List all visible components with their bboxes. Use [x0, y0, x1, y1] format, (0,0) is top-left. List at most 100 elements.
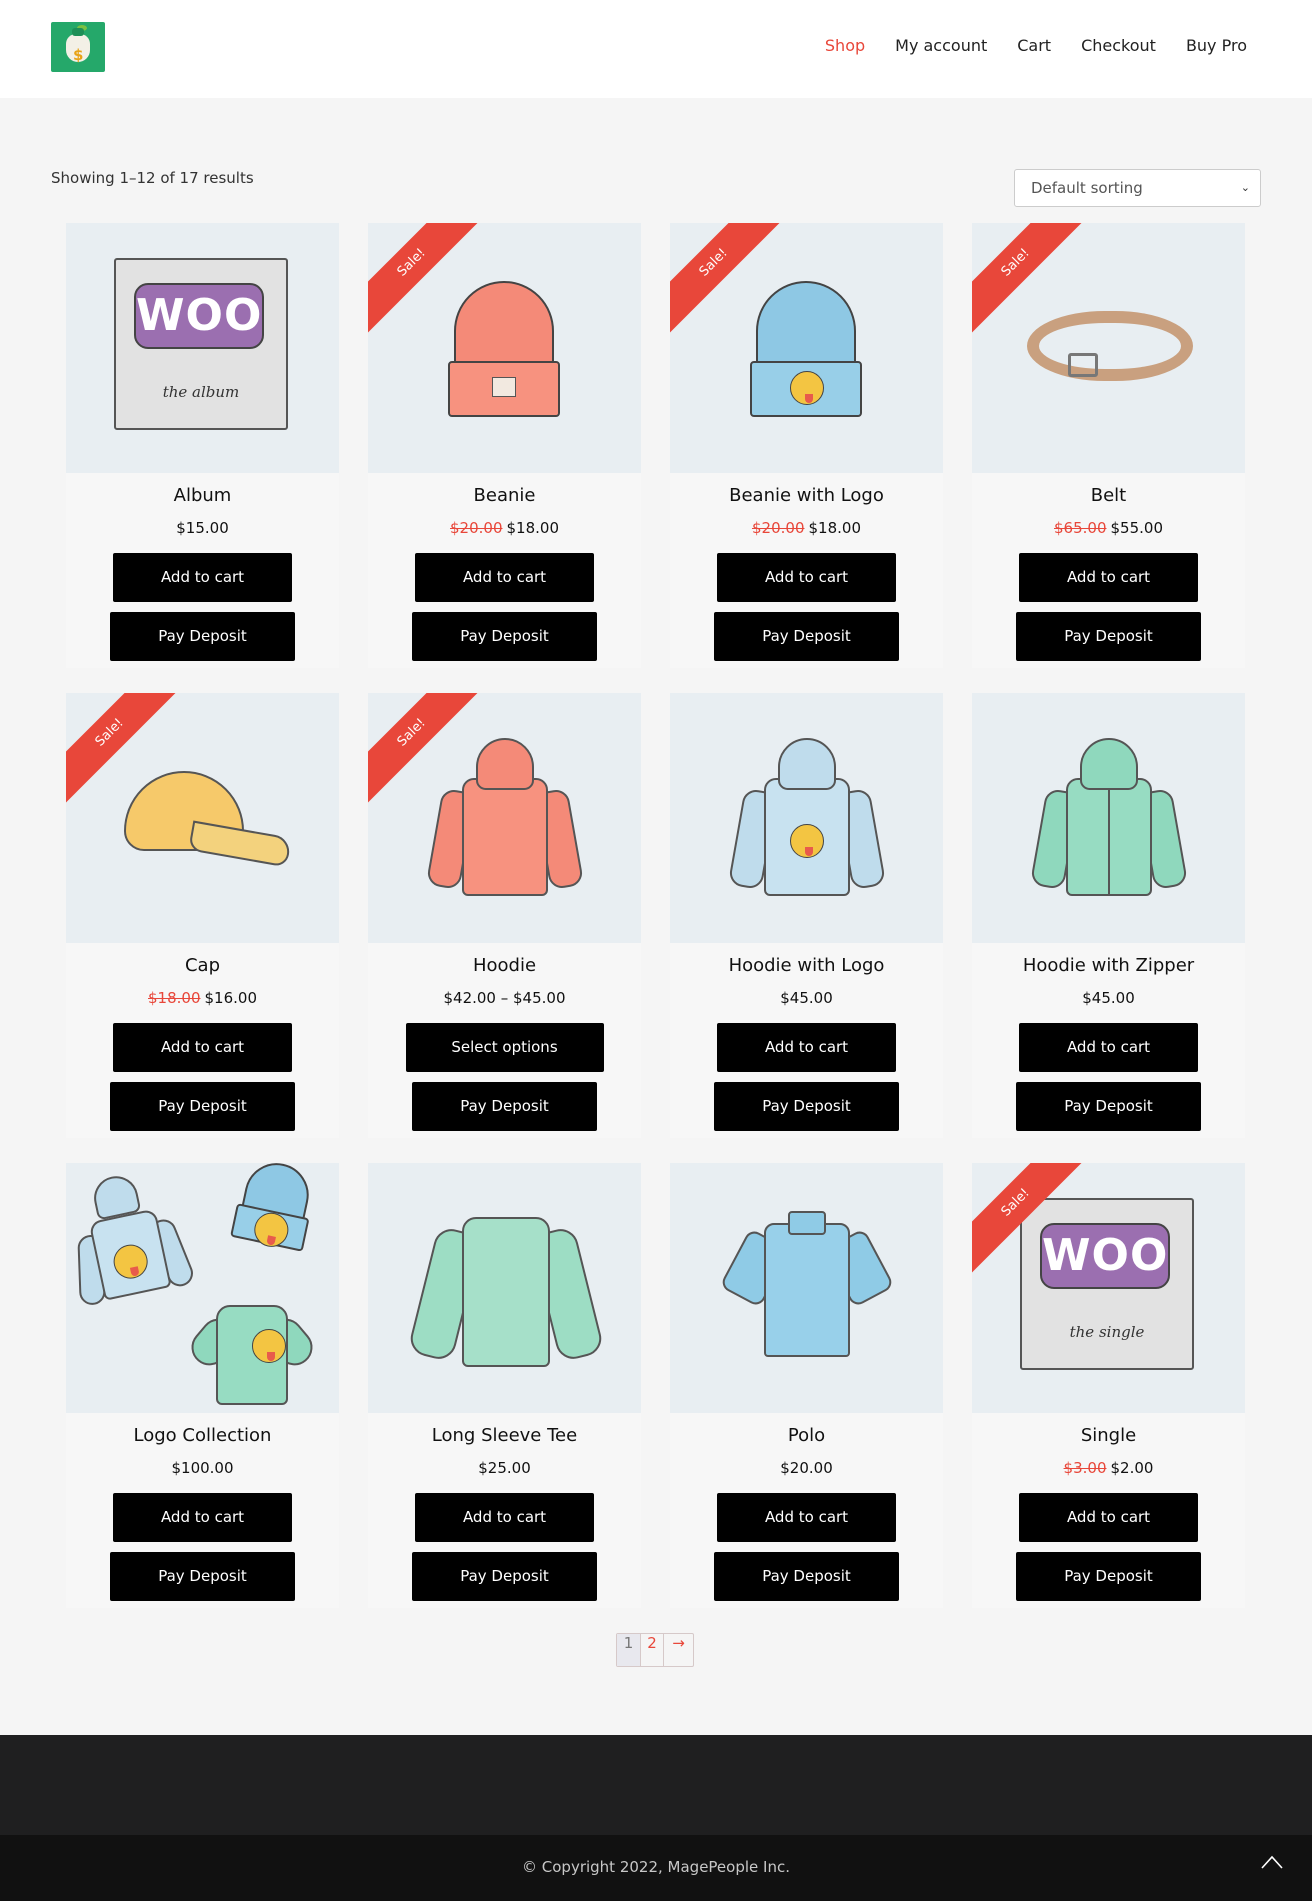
add-to-cart-button[interactable]: Add to cart [113, 553, 292, 602]
add-to-cart-button[interactable]: Add to cart [717, 553, 896, 602]
sale-price: $45.00 [1082, 989, 1135, 1007]
product-title[interactable]: Single [972, 1425, 1245, 1449]
cap-art [124, 771, 292, 868]
pay-deposit-button[interactable]: Pay Deposit [110, 1082, 295, 1131]
product-title[interactable]: Cap [66, 955, 339, 979]
pay-deposit-button[interactable]: Pay Deposit [714, 1552, 899, 1601]
sale-price: $18.00 [506, 519, 560, 537]
add-to-cart-button[interactable]: Add to cart [717, 1493, 896, 1542]
chevron-up-icon[interactable] [1255, 1846, 1289, 1880]
woo-logo-art: WOO [134, 283, 264, 349]
add-to-cart-button[interactable]: Add to cart [1019, 1493, 1198, 1542]
pay-deposit-button[interactable]: Pay Deposit [110, 612, 295, 661]
polo-art [719, 1205, 895, 1365]
product-image[interactable] [368, 1163, 641, 1413]
mini-beanie-art [230, 1163, 319, 1252]
product-image[interactable] [972, 693, 1245, 943]
original-price: $20.00 [450, 519, 503, 537]
product-image[interactable]: Sale! [368, 223, 641, 473]
product-image[interactable]: Sale! [972, 223, 1245, 473]
nav-shop[interactable]: Shop [825, 36, 865, 55]
product-price: $3.00 $2.00 [972, 1459, 1245, 1479]
product-price: $20.00 [670, 1459, 943, 1479]
product-image[interactable]: Sale! [670, 223, 943, 473]
product-image[interactable] [670, 1163, 943, 1413]
add-to-cart-button[interactable]: Add to cart [415, 1493, 594, 1542]
add-to-cart-button[interactable]: Add to cart [113, 1493, 292, 1542]
pay-deposit-button[interactable]: Pay Deposit [412, 612, 597, 661]
site-header: $ Shop My account Cart Checkout Buy Pro [0, 0, 1312, 98]
mini-tee-art [184, 1291, 320, 1405]
product-title[interactable]: Beanie with Logo [670, 485, 943, 509]
belt-buckle-art [1068, 353, 1098, 377]
product-card: WOO the single Sale! Single $3.00 $2.00 Ad… [972, 1163, 1245, 1608]
sale-price: $42.00 – $45.00 [443, 989, 566, 1007]
result-count: Showing 1–12 of 17 results [51, 169, 254, 187]
original-price: $3.00 [1063, 1459, 1107, 1477]
product-title[interactable]: Beanie [368, 485, 641, 509]
product-image[interactable]: WOO the album [66, 223, 339, 473]
product-title[interactable]: Logo Collection [66, 1425, 339, 1449]
product-card: Sale! Cap $18.00 $16.00 Add to cart Pay D… [66, 693, 339, 1138]
product-title[interactable]: Album [66, 485, 339, 509]
product-image[interactable]: WOO the single Sale! [972, 1163, 1245, 1413]
pagination: 1 2 → [616, 1633, 694, 1667]
sale-price: $20.00 [780, 1459, 833, 1477]
hoodie-with-logo-art [727, 738, 887, 908]
product-image[interactable] [670, 693, 943, 943]
nav-checkout[interactable]: Checkout [1081, 36, 1156, 55]
beanie-with-logo-art [750, 281, 862, 421]
album-subtitle-art: the album [162, 383, 240, 401]
smiley-logo-icon [790, 824, 824, 858]
next-page-arrow-icon[interactable]: → [663, 1634, 693, 1666]
product-title[interactable]: Polo [670, 1425, 943, 1449]
product-grid: WOO the album Album $15.00 Add to cart P… [66, 223, 1246, 1608]
product-title[interactable]: Hoodie with Zipper [972, 955, 1245, 979]
sort-select[interactable]: Default sorting ⌄ [1014, 169, 1261, 207]
product-title[interactable]: Long Sleeve Tee [368, 1425, 641, 1449]
nav-my-account[interactable]: My account [895, 36, 987, 55]
sale-price: $2.00 [1110, 1459, 1154, 1477]
nav-cart[interactable]: Cart [1017, 36, 1051, 55]
product-title[interactable]: Hoodie with Logo [670, 955, 943, 979]
product-title[interactable]: Belt [972, 485, 1245, 509]
product-title[interactable]: Hoodie [368, 955, 641, 979]
add-to-cart-button[interactable]: Add to cart [1019, 1023, 1198, 1072]
site-logo[interactable]: $ [51, 22, 105, 72]
product-price: $18.00 $16.00 [66, 989, 339, 1009]
add-to-cart-button[interactable]: Add to cart [1019, 553, 1198, 602]
product-image[interactable] [66, 1163, 339, 1413]
pay-deposit-button[interactable]: Pay Deposit [1016, 1552, 1201, 1601]
page-2-link[interactable]: 2 [640, 1634, 663, 1666]
pay-deposit-button[interactable]: Pay Deposit [1016, 612, 1201, 661]
belt-art [1027, 311, 1193, 381]
product-card: Sale! Hoodie $42.00 – $45.00 Select opti… [368, 693, 641, 1138]
add-to-cart-button[interactable]: Add to cart [717, 1023, 896, 1072]
pay-deposit-button[interactable]: Pay Deposit [714, 612, 899, 661]
pay-deposit-button[interactable]: Pay Deposit [412, 1552, 597, 1601]
pay-deposit-button[interactable]: Pay Deposit [714, 1082, 899, 1131]
add-to-cart-button[interactable]: Add to cart [113, 1023, 292, 1072]
sale-price: $45.00 [780, 989, 833, 1007]
product-image[interactable]: Sale! [66, 693, 339, 943]
main-nav: Shop My account Cart Checkout Buy Pro [825, 36, 1247, 55]
product-card: WOO the album Album $15.00 Add to cart P… [66, 223, 339, 668]
product-price: $20.00 $18.00 [368, 519, 641, 539]
smiley-logo-icon [252, 1329, 286, 1363]
add-to-cart-button[interactable]: Select options [405, 1023, 604, 1072]
original-price: $18.00 [148, 989, 201, 1007]
product-image[interactable]: Sale! [368, 693, 641, 943]
original-price: $65.00 [1054, 519, 1107, 537]
product-price: $45.00 [972, 989, 1245, 1009]
sale-price: $18.00 [808, 519, 862, 537]
add-to-cart-button[interactable]: Add to cart [415, 553, 594, 602]
pay-deposit-button[interactable]: Pay Deposit [412, 1082, 597, 1131]
pay-deposit-button[interactable]: Pay Deposit [1016, 1082, 1201, 1131]
nav-buy-pro[interactable]: Buy Pro [1186, 36, 1247, 55]
pay-deposit-button[interactable]: Pay Deposit [110, 1552, 295, 1601]
product-price: $100.00 [66, 1459, 339, 1479]
sale-price: $100.00 [171, 1459, 234, 1477]
beanie-art [448, 281, 560, 421]
product-card: Sale! Belt $65.00 $55.00 Add to cart Pay … [972, 223, 1245, 668]
product-price: $20.00 $18.00 [670, 519, 943, 539]
